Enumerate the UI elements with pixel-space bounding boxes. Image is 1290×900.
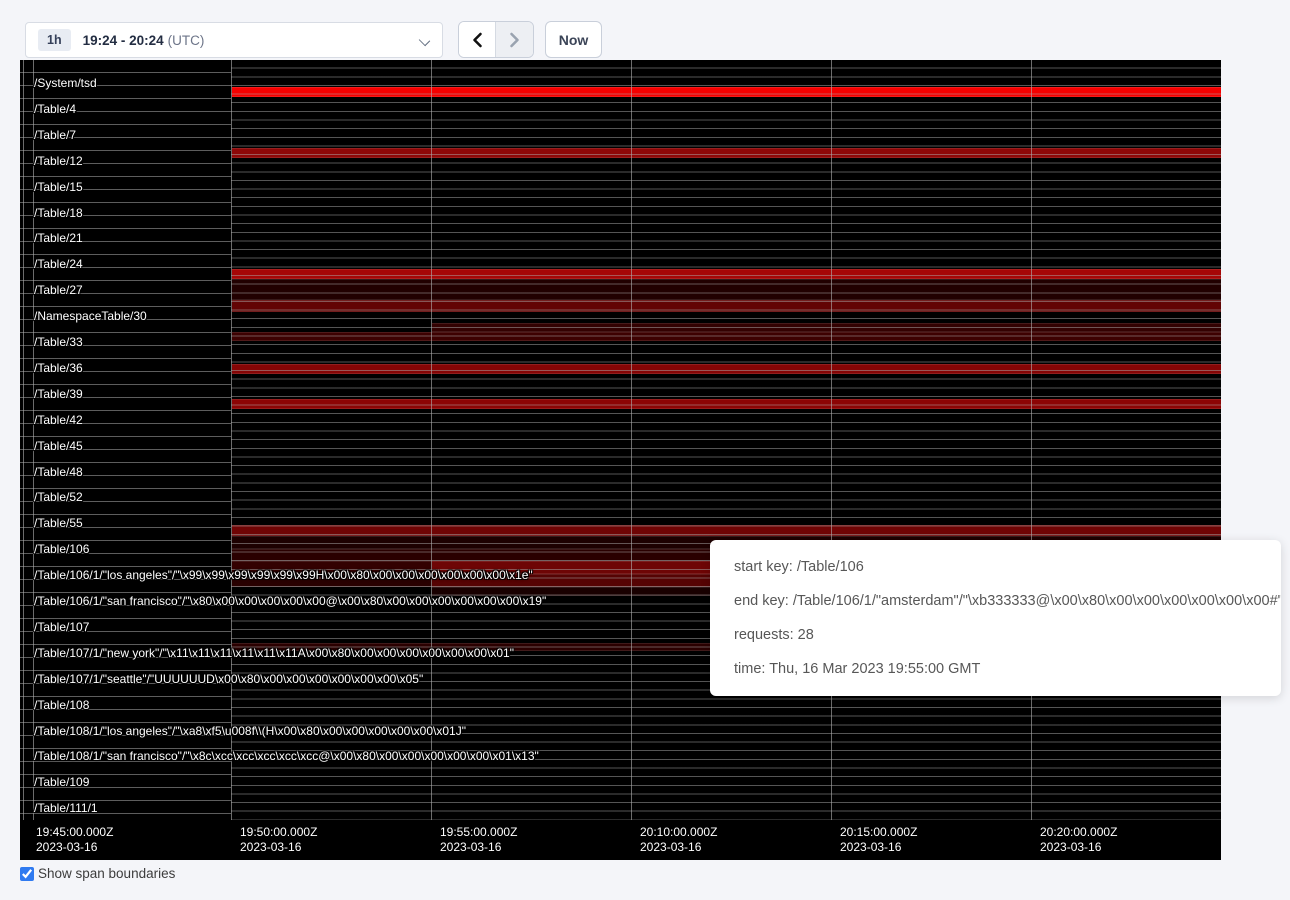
- heat-band[interactable]: [232, 525, 1221, 536]
- row-label: /Table/107: [34, 620, 89, 634]
- row-label: /Table/15: [34, 180, 83, 194]
- row-label: /Table/108: [34, 698, 89, 712]
- heat-band[interactable]: [232, 399, 1221, 409]
- axis-tick: 19:50:00.000Z2023-03-16: [240, 825, 317, 855]
- heat-band[interactable]: [232, 87, 1221, 97]
- axis-tick-date: 2023-03-16: [1040, 840, 1117, 855]
- chevron-right-icon: [509, 32, 521, 48]
- axis-tick-time: 20:20:00.000Z: [1040, 825, 1117, 840]
- row-label: /Table/39: [34, 387, 83, 401]
- row-label: /Table/36: [34, 361, 83, 375]
- heat-band[interactable]: [232, 332, 1221, 341]
- grid-line-vertical: [1031, 60, 1032, 820]
- axis-tick-date: 2023-03-16: [240, 840, 317, 855]
- axis-tick: 20:20:00.000Z2023-03-16: [1040, 825, 1117, 855]
- row-label: /Table/108/1/"san francisco"/"\x8c\xcc\x…: [34, 749, 539, 763]
- range-text: 19:24 - 20:24: [83, 33, 164, 48]
- time-nav-group: [458, 21, 534, 58]
- grid-line-vertical: [23, 60, 24, 820]
- row-label: /Table/109: [34, 775, 89, 789]
- prev-range-button[interactable]: [459, 22, 496, 57]
- heat-band[interactable]: [232, 364, 1221, 374]
- row-label: /Table/42: [34, 413, 83, 427]
- grid-line-vertical: [231, 60, 232, 820]
- time-range-select[interactable]: 1h 19:24 - 20:24 (UTC): [25, 22, 443, 58]
- row-label: /Table/107/1/"seattle"/"UUUUUUD\x00\x80\…: [34, 672, 423, 686]
- tooltip-time: time: Thu, 16 Mar 2023 19:55:00 GMT: [734, 652, 1257, 686]
- heat-band[interactable]: [232, 148, 1221, 158]
- row-label: /Table/4: [34, 102, 76, 116]
- row-label: /Table/7: [34, 128, 76, 142]
- chevron-left-icon: [471, 32, 483, 48]
- axis-tick-date: 2023-03-16: [640, 840, 717, 855]
- now-button[interactable]: Now: [545, 21, 602, 58]
- axis-tick: 19:45:00.000Z2023-03-16: [36, 825, 113, 855]
- span-boundary-lines-main: [231, 60, 1221, 820]
- axis-tick-time: 20:15:00.000Z: [840, 825, 917, 840]
- row-label: /Table/21: [34, 231, 83, 245]
- heat-band[interactable]: [232, 269, 1221, 279]
- axis-tick-time: 19:55:00.000Z: [440, 825, 517, 840]
- axis-tick: 19:55:00.000Z2023-03-16: [440, 825, 517, 855]
- row-label: /Table/106/1/"los angeles"/"\x99\x99\x99…: [34, 568, 533, 582]
- axis-tick-date: 2023-03-16: [440, 840, 517, 855]
- row-label: /NamespaceTable/30: [34, 309, 147, 323]
- row-label: /Table/24: [34, 257, 83, 271]
- row-label: /Table/52: [34, 490, 83, 504]
- heat-band[interactable]: [232, 279, 1221, 300]
- footer: Show span boundaries: [20, 866, 175, 881]
- axis-tick: 20:10:00.000Z2023-03-16: [640, 825, 717, 855]
- toolbar: 1h 19:24 - 20:24 (UTC) Now: [0, 0, 1290, 60]
- tooltip-requests: requests: 28: [734, 618, 1257, 652]
- axis-tick-time: 20:10:00.000Z: [640, 825, 717, 840]
- next-range-button[interactable]: [496, 22, 533, 57]
- row-label: /Table/33: [34, 335, 83, 349]
- tooltip-start-key: start key: /Table/106: [734, 550, 1257, 584]
- row-label: /Table/18: [34, 206, 83, 220]
- heat-band[interactable]: [432, 323, 1221, 332]
- span-tooltip: start key: /Table/106 end key: /Table/10…: [710, 540, 1281, 696]
- axis-tick-date: 2023-03-16: [840, 840, 917, 855]
- heat-band[interactable]: [232, 300, 1221, 312]
- axis-tick-time: 19:45:00.000Z: [36, 825, 113, 840]
- row-label: /Table/107/1/"new york"/"\x11\x11\x11\x1…: [34, 646, 514, 660]
- grid-line-vertical: [831, 60, 832, 820]
- axis-tick-date: 2023-03-16: [36, 840, 113, 855]
- range-timezone: (UTC): [168, 33, 205, 48]
- time-axis: 19:45:00.000Z2023-03-1619:50:00.000Z2023…: [20, 820, 1221, 860]
- show-span-boundaries-checkbox[interactable]: [20, 867, 34, 881]
- key-visualizer-chart: /System/tsd/Table/4/Table/7/Table/12/Tab…: [20, 60, 1221, 860]
- row-label: /Table/106: [34, 542, 89, 556]
- row-label: /Table/45: [34, 439, 83, 453]
- row-label: /Table/111/1: [34, 801, 98, 815]
- grid-line-vertical: [631, 60, 632, 820]
- row-label: /Table/27: [34, 283, 83, 297]
- range-duration-badge: 1h: [38, 29, 71, 51]
- show-span-boundaries-label: Show span boundaries: [38, 866, 175, 881]
- row-label: /Table/106/1/"san francisco"/"\x80\x00\x…: [34, 594, 546, 608]
- axis-tick: 20:15:00.000Z2023-03-16: [840, 825, 917, 855]
- row-label: /Table/108/1/"los angeles"/"\xa8\xf5\u00…: [34, 724, 466, 738]
- tooltip-end-key: end key: /Table/106/1/"amsterdam"/"\xb33…: [734, 584, 1257, 618]
- row-label: /System/tsd: [34, 76, 97, 90]
- axis-tick-time: 19:50:00.000Z: [240, 825, 317, 840]
- row-label: /Table/55: [34, 516, 83, 530]
- chevron-down-icon: [420, 35, 430, 45]
- row-label: /Table/48: [34, 465, 83, 479]
- row-label: /Table/12: [34, 154, 83, 168]
- heatmap-plot[interactable]: /System/tsd/Table/4/Table/7/Table/12/Tab…: [20, 60, 1221, 820]
- grid-line-vertical: [431, 60, 432, 820]
